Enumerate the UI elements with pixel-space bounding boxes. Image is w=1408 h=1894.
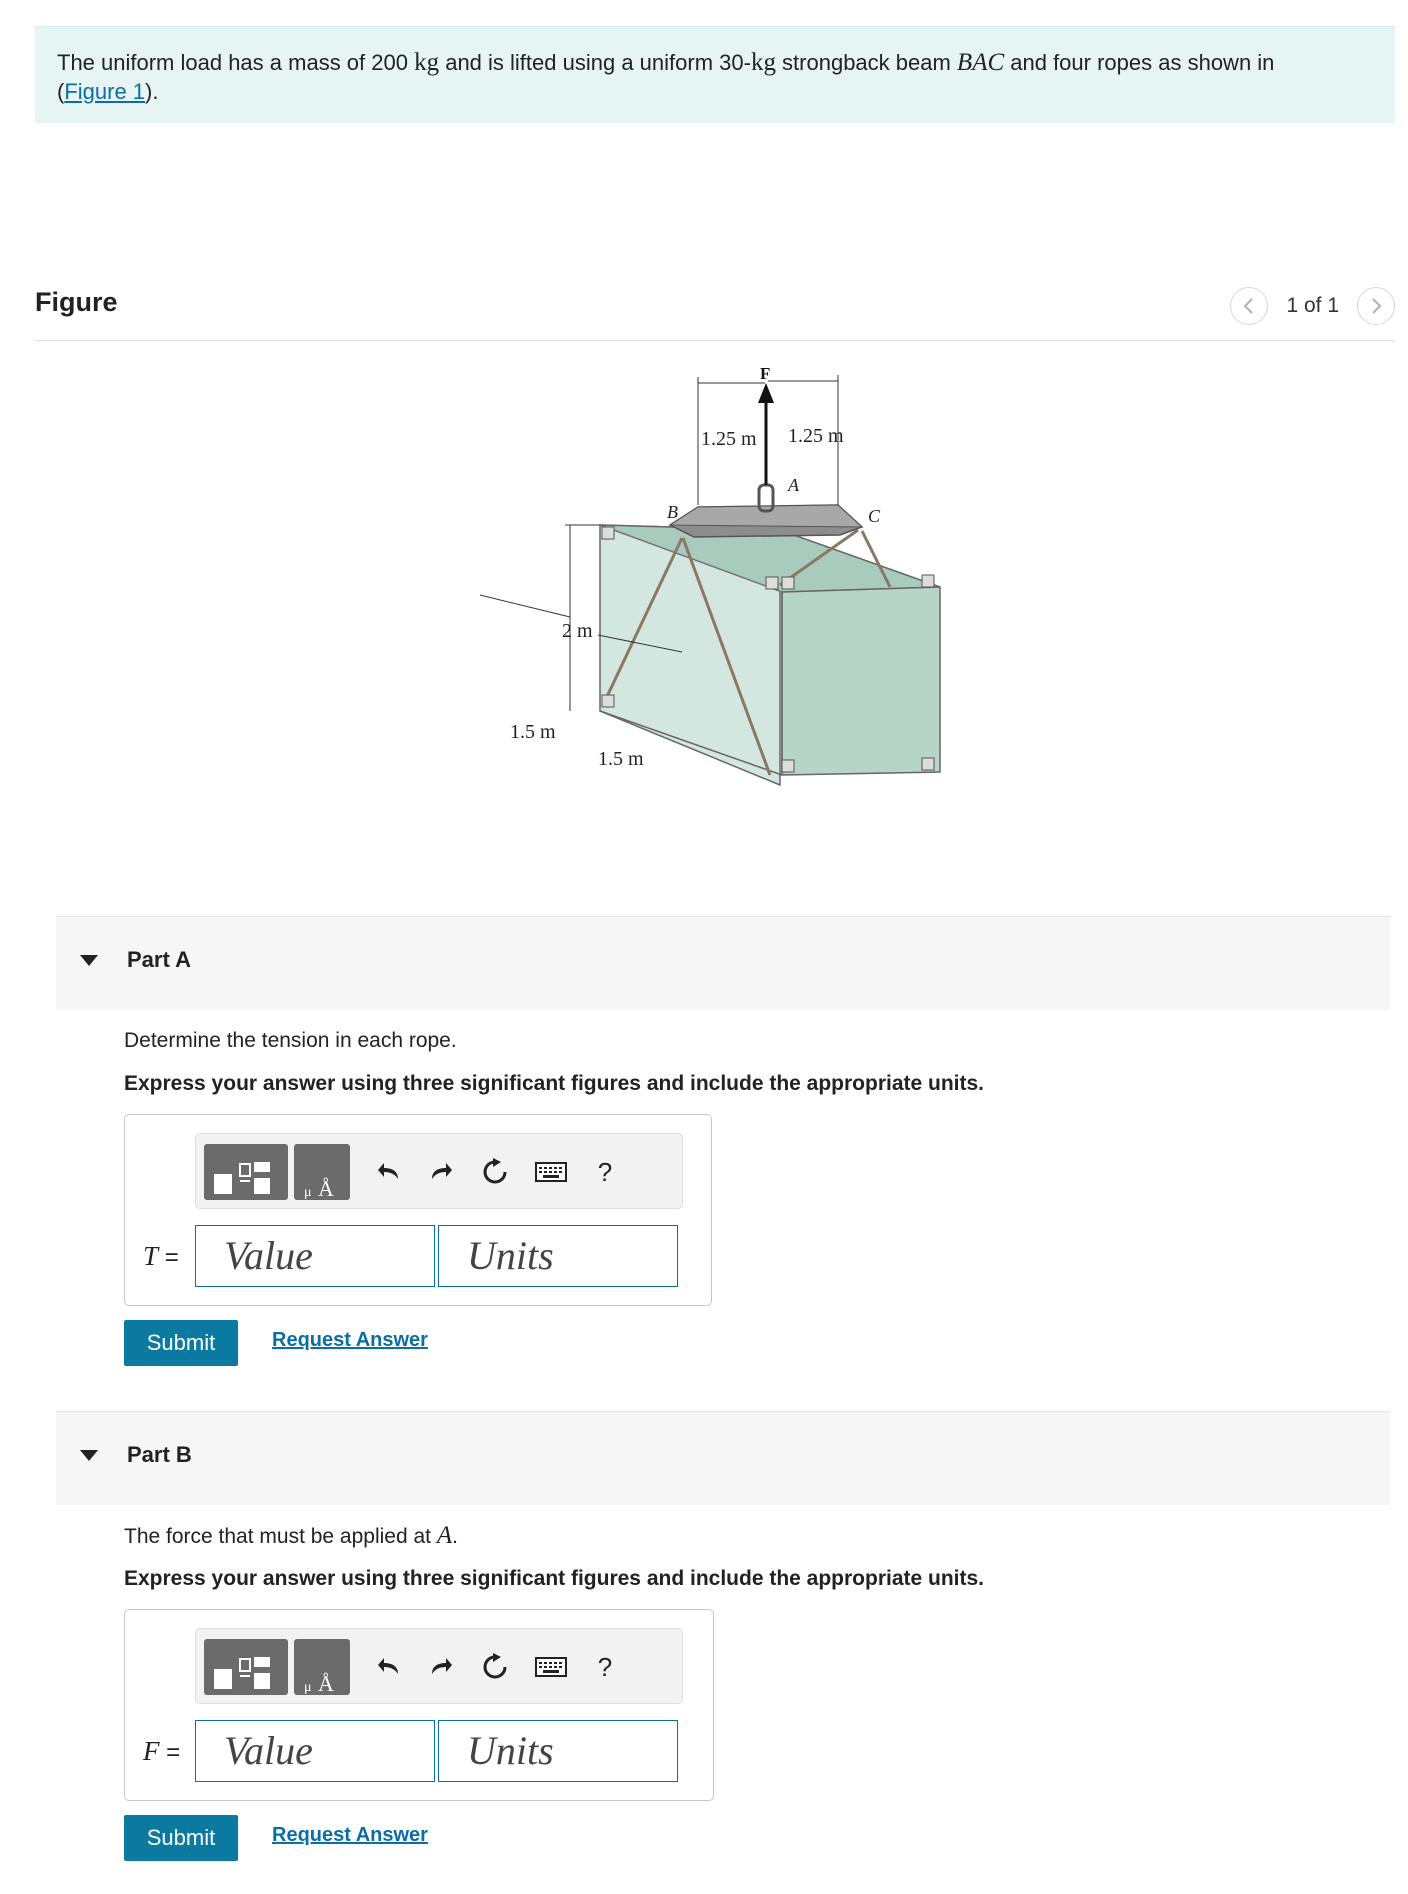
figure-link[interactable]: Figure 1 xyxy=(64,79,145,104)
units-button[interactable]: μ Å xyxy=(294,1639,350,1695)
unit-kg: kg xyxy=(414,49,440,76)
part-b-instruction: Express your answer using three signific… xyxy=(124,1567,985,1590)
label-dim-left: 1.25 m xyxy=(701,428,757,450)
label-depth: 1.5 m xyxy=(510,721,556,743)
svg-text:Å: Å xyxy=(318,1671,334,1695)
label-force: F xyxy=(760,364,770,383)
question-text: Determine the tension in each rope. xyxy=(124,1029,457,1052)
keyboard-button[interactable] xyxy=(534,1647,568,1687)
unit-kg: kg xyxy=(750,49,776,76)
request-answer-link[interactable]: Request Answer xyxy=(272,1329,428,1352)
part-a-instruction: Express your answer using three signific… xyxy=(124,1072,985,1095)
submit-button[interactable]: Submit xyxy=(124,1815,238,1861)
chevron-right-icon xyxy=(1372,298,1382,314)
redo-button[interactable] xyxy=(424,1647,458,1687)
reset-icon xyxy=(483,1158,507,1184)
part-a-header[interactable]: Part A xyxy=(56,916,1390,1010)
templates-icon xyxy=(214,1657,270,1689)
figure-title: Figure xyxy=(35,287,118,317)
problem-statement: The uniform load has a mass of 200 kg an… xyxy=(35,26,1395,123)
question-variable: A xyxy=(436,1522,453,1549)
part-b-question: The force that must be applied at A. xyxy=(124,1522,458,1550)
part-b-title: Part B xyxy=(127,1442,192,1467)
part-a-title: Part A xyxy=(127,947,191,972)
math-toolbar: μ Å ? xyxy=(195,1133,683,1209)
variable-label: F = xyxy=(143,1736,180,1767)
units-input[interactable]: Units xyxy=(438,1225,678,1287)
help-button[interactable]: ? xyxy=(588,1647,622,1687)
templates-button[interactable] xyxy=(204,1144,288,1200)
value-input[interactable]: Value xyxy=(195,1720,435,1782)
keyboard-button[interactable] xyxy=(534,1152,568,1192)
variable-symbol: T xyxy=(143,1241,159,1271)
undo-button[interactable] xyxy=(372,1647,406,1687)
figure-pager: 1 of 1 xyxy=(1230,286,1395,326)
submit-button[interactable]: Submit xyxy=(124,1320,238,1366)
beam-label: BAC xyxy=(956,49,1005,76)
crate-front-face xyxy=(781,586,941,776)
undo-button[interactable] xyxy=(372,1152,406,1192)
chevron-left-icon xyxy=(1244,298,1254,314)
label-point-c: C xyxy=(868,506,881,526)
units-angstrom-icon: μ Å xyxy=(304,1671,334,1695)
svg-text:Å: Å xyxy=(318,1176,334,1200)
keyboard-icon xyxy=(535,1162,567,1182)
paren: ). xyxy=(145,79,159,104)
question-text: The force that must be applied at xyxy=(124,1525,437,1548)
variable-symbol: F xyxy=(143,1736,160,1766)
math-toolbar: μ Å ? xyxy=(195,1628,683,1704)
problem-text: and is lifted using a uniform 30- xyxy=(439,50,751,75)
redo-icon xyxy=(432,1163,452,1179)
problem-text: The uniform load has a mass of 200 xyxy=(57,50,415,75)
label-point-a: A xyxy=(787,475,800,495)
variable-label: T = xyxy=(143,1241,179,1272)
equals-sign: = xyxy=(158,1244,179,1271)
question-text: . xyxy=(452,1525,458,1548)
caret-down-icon xyxy=(80,1450,98,1461)
units-angstrom-icon: μ Å xyxy=(304,1176,334,1200)
part-b-header[interactable]: Part B xyxy=(56,1411,1390,1505)
units-input[interactable]: Units xyxy=(438,1720,678,1782)
undo-icon xyxy=(378,1658,398,1674)
pager-text: 1 of 1 xyxy=(1286,294,1339,317)
keyboard-icon xyxy=(535,1657,567,1677)
request-answer-link[interactable]: Request Answer xyxy=(272,1824,428,1847)
equals-sign: = xyxy=(159,1739,181,1766)
redo-button[interactable] xyxy=(424,1152,458,1192)
value-input[interactable]: Value xyxy=(195,1225,435,1287)
reset-icon xyxy=(483,1653,507,1679)
label-width: 1.5 m xyxy=(598,748,644,770)
units-button[interactable]: μ Å xyxy=(294,1144,350,1200)
figure-header: Figure 1 of 1 xyxy=(35,281,1395,341)
label-height: 2 m xyxy=(562,620,593,642)
part-a-answer-box: μ Å ? T = Value Units xyxy=(124,1114,712,1306)
label-dim-right: 1.25 m xyxy=(788,425,844,447)
reset-button[interactable] xyxy=(478,1152,512,1192)
undo-icon xyxy=(378,1163,398,1179)
problem-text: strongback beam xyxy=(775,50,957,75)
part-b-answer-box: μ Å ? F = Value Units xyxy=(124,1609,714,1801)
part-a-question: Determine the tension in each rope. xyxy=(124,1029,457,1053)
reset-button[interactable] xyxy=(478,1647,512,1687)
prev-figure-button[interactable] xyxy=(1230,287,1269,325)
label-point-b: B xyxy=(667,502,678,522)
help-button[interactable]: ? xyxy=(588,1152,622,1192)
next-figure-button[interactable] xyxy=(1357,287,1395,325)
figure-illustration: F 1.25 m 1.25 m A B C 2 m 1.5 m 1.5 m xyxy=(479,364,941,787)
templates-button[interactable] xyxy=(204,1639,288,1695)
svg-text:μ: μ xyxy=(304,1680,312,1695)
templates-icon xyxy=(214,1162,270,1194)
redo-icon xyxy=(432,1658,452,1674)
svg-text:μ: μ xyxy=(304,1185,312,1200)
caret-down-icon xyxy=(80,955,98,966)
problem-text: and four ropes as shown in xyxy=(1004,50,1275,75)
